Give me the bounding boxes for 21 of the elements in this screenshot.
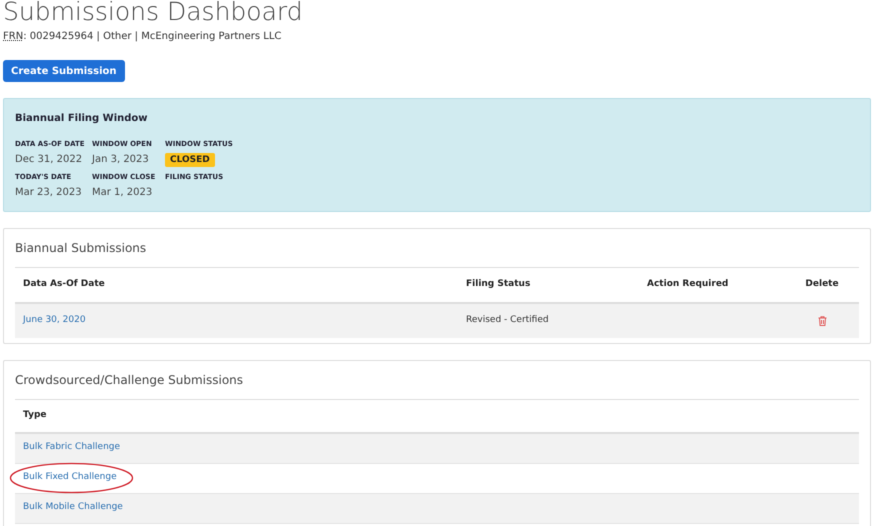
card-title: Biannual Submissions [15,229,859,268]
page-title: Submissions Dashboard [3,0,304,25]
column-header: Filing Status [465,278,532,291]
column-header: Action Required [646,278,730,291]
challenge-link[interactable]: Bulk Mobile Challenge [23,502,123,512]
trash-icon[interactable] [818,316,826,326]
column-header: Delete [804,278,840,291]
field-value: Mar 1, 2023 [92,186,154,199]
field-value: Jan 3, 2023 [92,153,150,166]
field-value: Mar 23, 2023 [15,186,83,199]
account-info: : 0029425964 | Other | McEngineering Partners LLC [23,30,282,44]
create-submission-button[interactable]: Create Submission [3,60,124,82]
panel-title: Biannual Filing Window [15,112,149,126]
table-cell-text: Revised - Certified [465,314,550,327]
card-title: Crowdsourced/Challenge Submissions [15,361,859,400]
challenge-link[interactable]: Bulk Fabric Challenge [23,442,120,452]
frn-abbreviation: FRN [3,30,24,44]
date-link[interactable]: June 30, 2020 [15,314,458,328]
status-badge: CLOSED [165,153,215,167]
column-header: Data As-Of Date [22,278,106,291]
field-value: Dec 31, 2022 [15,153,84,166]
